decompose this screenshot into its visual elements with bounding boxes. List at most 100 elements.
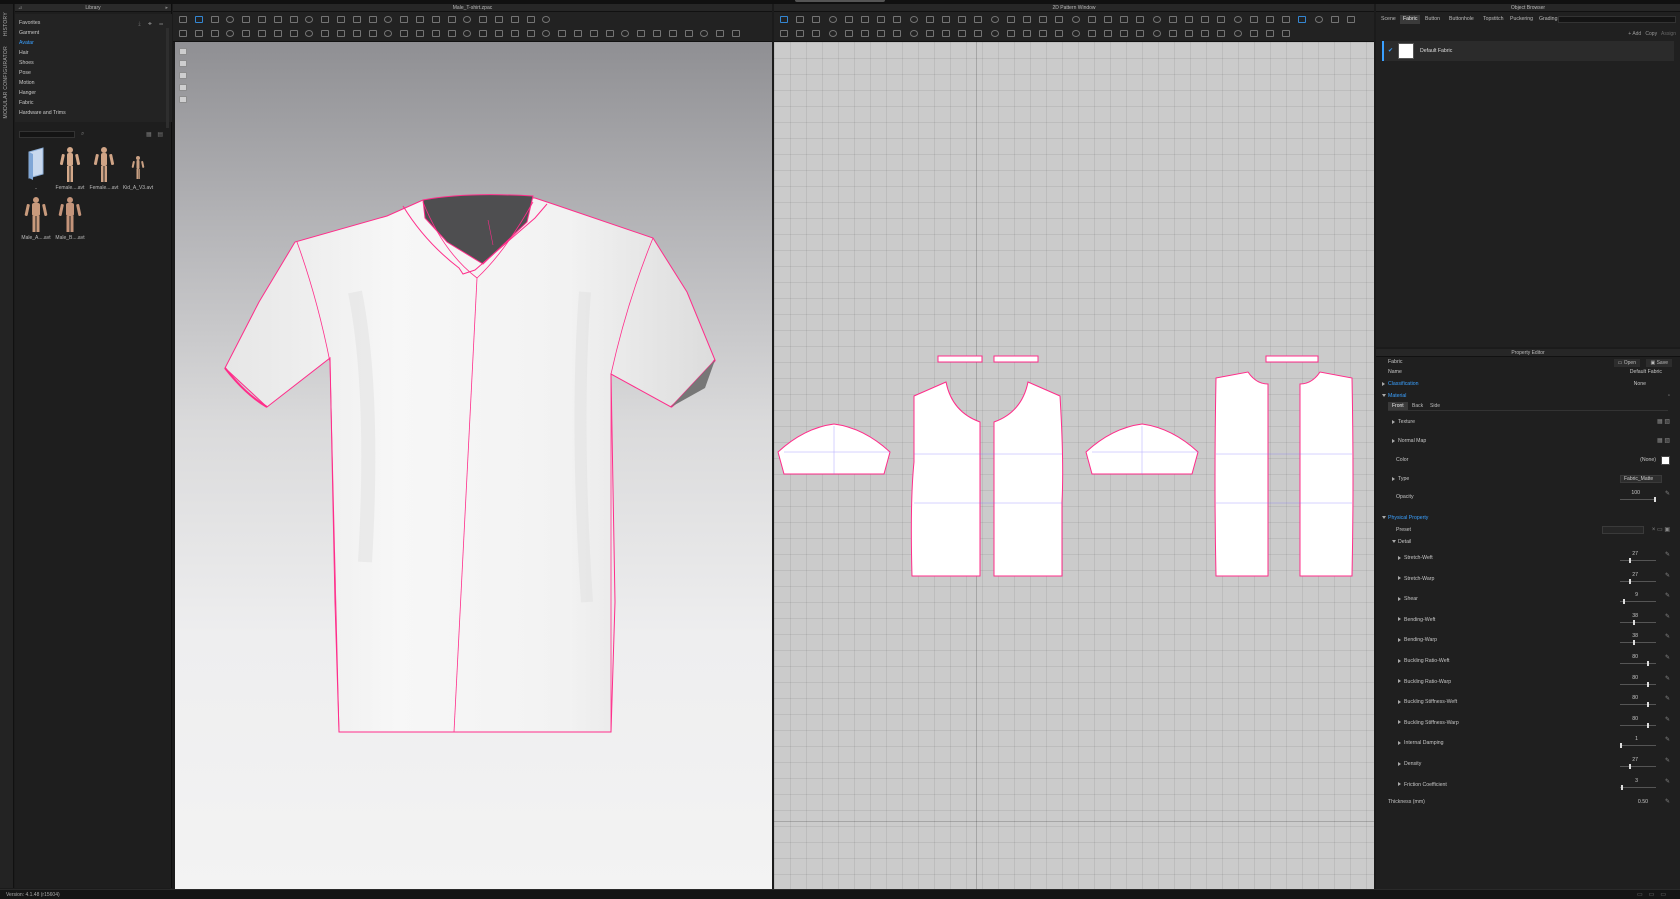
toolbar-tool-icon[interactable]: [909, 30, 918, 37]
pattern-pieces[interactable]: [774, 42, 1374, 889]
toolbar-tool-icon[interactable]: [653, 30, 661, 37]
param-slider[interactable]: [1620, 640, 1656, 646]
toolbar-tool-icon[interactable]: [352, 30, 361, 37]
texture-row[interactable]: Texture ▦ ▧: [1376, 417, 1680, 427]
fabric-list-item[interactable]: ✔ Default Fabric: [1382, 41, 1674, 61]
toolbar-tool-icon[interactable]: [1249, 30, 1258, 37]
toolbar-tool-icon[interactable]: [1071, 30, 1080, 37]
param-slider[interactable]: [1620, 558, 1656, 563]
toolbar-tool-icon[interactable]: [877, 30, 886, 37]
viewport-3d[interactable]: [175, 42, 772, 889]
toolbar-tool-icon[interactable]: [384, 16, 393, 23]
tshirt-3d-model[interactable]: [175, 42, 772, 889]
toolbar-tool-icon[interactable]: [637, 30, 646, 37]
param-slider[interactable]: [1620, 784, 1656, 790]
tab-puckering[interactable]: Puckering: [1507, 15, 1536, 24]
toolbar-tool-icon[interactable]: [1039, 16, 1048, 23]
toolbar-tool-icon[interactable]: [463, 16, 472, 23]
toolbar-tool-icon[interactable]: [605, 30, 614, 37]
tab-button[interactable]: Button: [1422, 15, 1443, 24]
toolbar-tool-icon[interactable]: [463, 30, 472, 37]
toolbar-tool-icon[interactable]: [510, 30, 519, 37]
thickness-value[interactable]: 0.50: [1638, 797, 1648, 807]
category-hair[interactable]: Hair: [19, 50, 29, 56]
toolbar-tool-icon[interactable]: [844, 30, 853, 37]
param-row-shear[interactable]: Shear 9 ✎: [1376, 592, 1680, 605]
toolbar-tool-icon[interactable]: [210, 30, 219, 37]
param-row-internal-damping[interactable]: Internal Damping 1 ✎: [1376, 736, 1680, 749]
param-value[interactable]: 9: [1635, 590, 1638, 600]
param-value[interactable]: 27: [1632, 570, 1638, 580]
toolbar-tool-icon[interactable]: [1087, 30, 1096, 37]
toolbar-tool-icon[interactable]: [226, 30, 235, 37]
toolbar-tool-icon[interactable]: [1233, 16, 1242, 23]
thumbnail-avatar[interactable]: Female....avt: [87, 146, 121, 191]
edit-icon[interactable]: ✎: [1665, 694, 1670, 704]
param-value[interactable]: 80: [1632, 693, 1638, 703]
toolbar-tool-icon[interactable]: [416, 30, 424, 37]
edit-icon[interactable]: ✎: [1665, 550, 1670, 560]
tab-front[interactable]: Front: [1388, 402, 1408, 410]
toolbar-tool-icon[interactable]: [1282, 30, 1291, 37]
tab-topstitch[interactable]: Topstitch: [1480, 15, 1506, 24]
toolbar-tool-icon[interactable]: [526, 16, 535, 23]
param-row-bending-warp[interactable]: Bending-Warp 38 ✎: [1376, 633, 1680, 646]
toolbar-tool-icon[interactable]: [1104, 30, 1112, 37]
open-button[interactable]: ▭ Open: [1613, 359, 1640, 367]
toolbar-tool-icon[interactable]: [1152, 16, 1161, 23]
toolbar-tool-icon[interactable]: [289, 16, 298, 23]
toolbar-tool-icon[interactable]: [828, 16, 837, 23]
param-value[interactable]: 3: [1635, 776, 1638, 786]
toolbar-tool-icon[interactable]: [1266, 30, 1274, 37]
edit-icon[interactable]: ✎: [1665, 797, 1670, 807]
toolbar-tool-icon[interactable]: [526, 30, 535, 37]
toolbar-tool-icon[interactable]: [337, 30, 345, 37]
toolbar-tool-icon[interactable]: [1217, 30, 1226, 37]
toolbar-tool-icon[interactable]: [447, 30, 456, 37]
type-select[interactable]: Fabric_Matte: [1620, 475, 1662, 483]
param-value[interactable]: 1: [1635, 734, 1638, 744]
edit-icon[interactable]: ✎: [1665, 653, 1670, 663]
toolbar-tool-icon[interactable]: [1120, 30, 1129, 37]
toolbar-tool-icon[interactable]: [828, 30, 837, 37]
object-search-input[interactable]: [1558, 16, 1676, 23]
slider-knob[interactable]: [1623, 599, 1626, 605]
toolbar-tool-icon[interactable]: [558, 30, 567, 37]
toolbar-tool-icon[interactable]: [684, 30, 693, 37]
param-slider[interactable]: [1620, 619, 1656, 625]
texture-browse-icon[interactable]: ▦ ▧: [1657, 417, 1670, 427]
toolbar-tool-icon[interactable]: [668, 30, 677, 37]
toolbar-tool-icon[interactable]: [844, 16, 853, 23]
toolbar-tool-icon[interactable]: [305, 30, 314, 37]
param-slider[interactable]: [1620, 661, 1656, 666]
pin-icon[interactable]: ⊿: [18, 4, 22, 12]
toolbar-tool-icon[interactable]: [479, 16, 488, 23]
param-row-stretch-warp[interactable]: Stretch-Warp 27 ✎: [1376, 572, 1680, 584]
toolbar-tool-icon[interactable]: [925, 30, 934, 37]
param-row-buckling-ratio-weft[interactable]: Buckling Ratio-Weft 80 ✎: [1376, 653, 1680, 666]
search-icon[interactable]: ⌕: [81, 131, 84, 138]
tab-fabric[interactable]: Fabric: [1400, 15, 1421, 24]
edit-icon[interactable]: ✎: [1665, 715, 1670, 725]
param-value[interactable]: 27: [1632, 755, 1638, 765]
param-row-buckling-stiffness-warp[interactable]: Buckling Stiffness-Warp 80 ✎: [1376, 715, 1680, 728]
toolbar-tool-icon[interactable]: [1055, 30, 1064, 37]
tab-history[interactable]: HISTORY: [3, 12, 9, 36]
library-view-toggle[interactable]: ▦ ▤: [146, 131, 165, 138]
toolbar-tool-icon[interactable]: [368, 30, 377, 37]
toolbar-tool-icon[interactable]: [1185, 16, 1193, 23]
toolbar-tool-icon[interactable]: [400, 30, 409, 37]
param-value[interactable]: 80: [1632, 652, 1638, 662]
toolbar-tool-icon[interactable]: [780, 16, 788, 23]
param-row-stretch-weft[interactable]: Stretch-Weft 27 ✎: [1376, 550, 1680, 563]
toolbar-tool-icon[interactable]: [1006, 16, 1015, 23]
toolbar-tool-icon[interactable]: [1152, 30, 1161, 37]
toolbar-tool-icon[interactable]: [242, 16, 251, 23]
toolbar-tool-icon[interactable]: [352, 16, 361, 23]
toolbar-tool-icon[interactable]: [812, 16, 821, 23]
toolbar-tool-icon[interactable]: [1136, 30, 1145, 37]
window-layout-icons[interactable]: ▭▭▭: [1637, 891, 1672, 898]
preset-actions-icon[interactable]: × ▭ ▣: [1652, 525, 1670, 535]
slider-knob[interactable]: [1647, 702, 1650, 708]
param-row-buckling-ratio-warp[interactable]: Buckling Ratio-Warp 80 ✎: [1376, 675, 1680, 687]
